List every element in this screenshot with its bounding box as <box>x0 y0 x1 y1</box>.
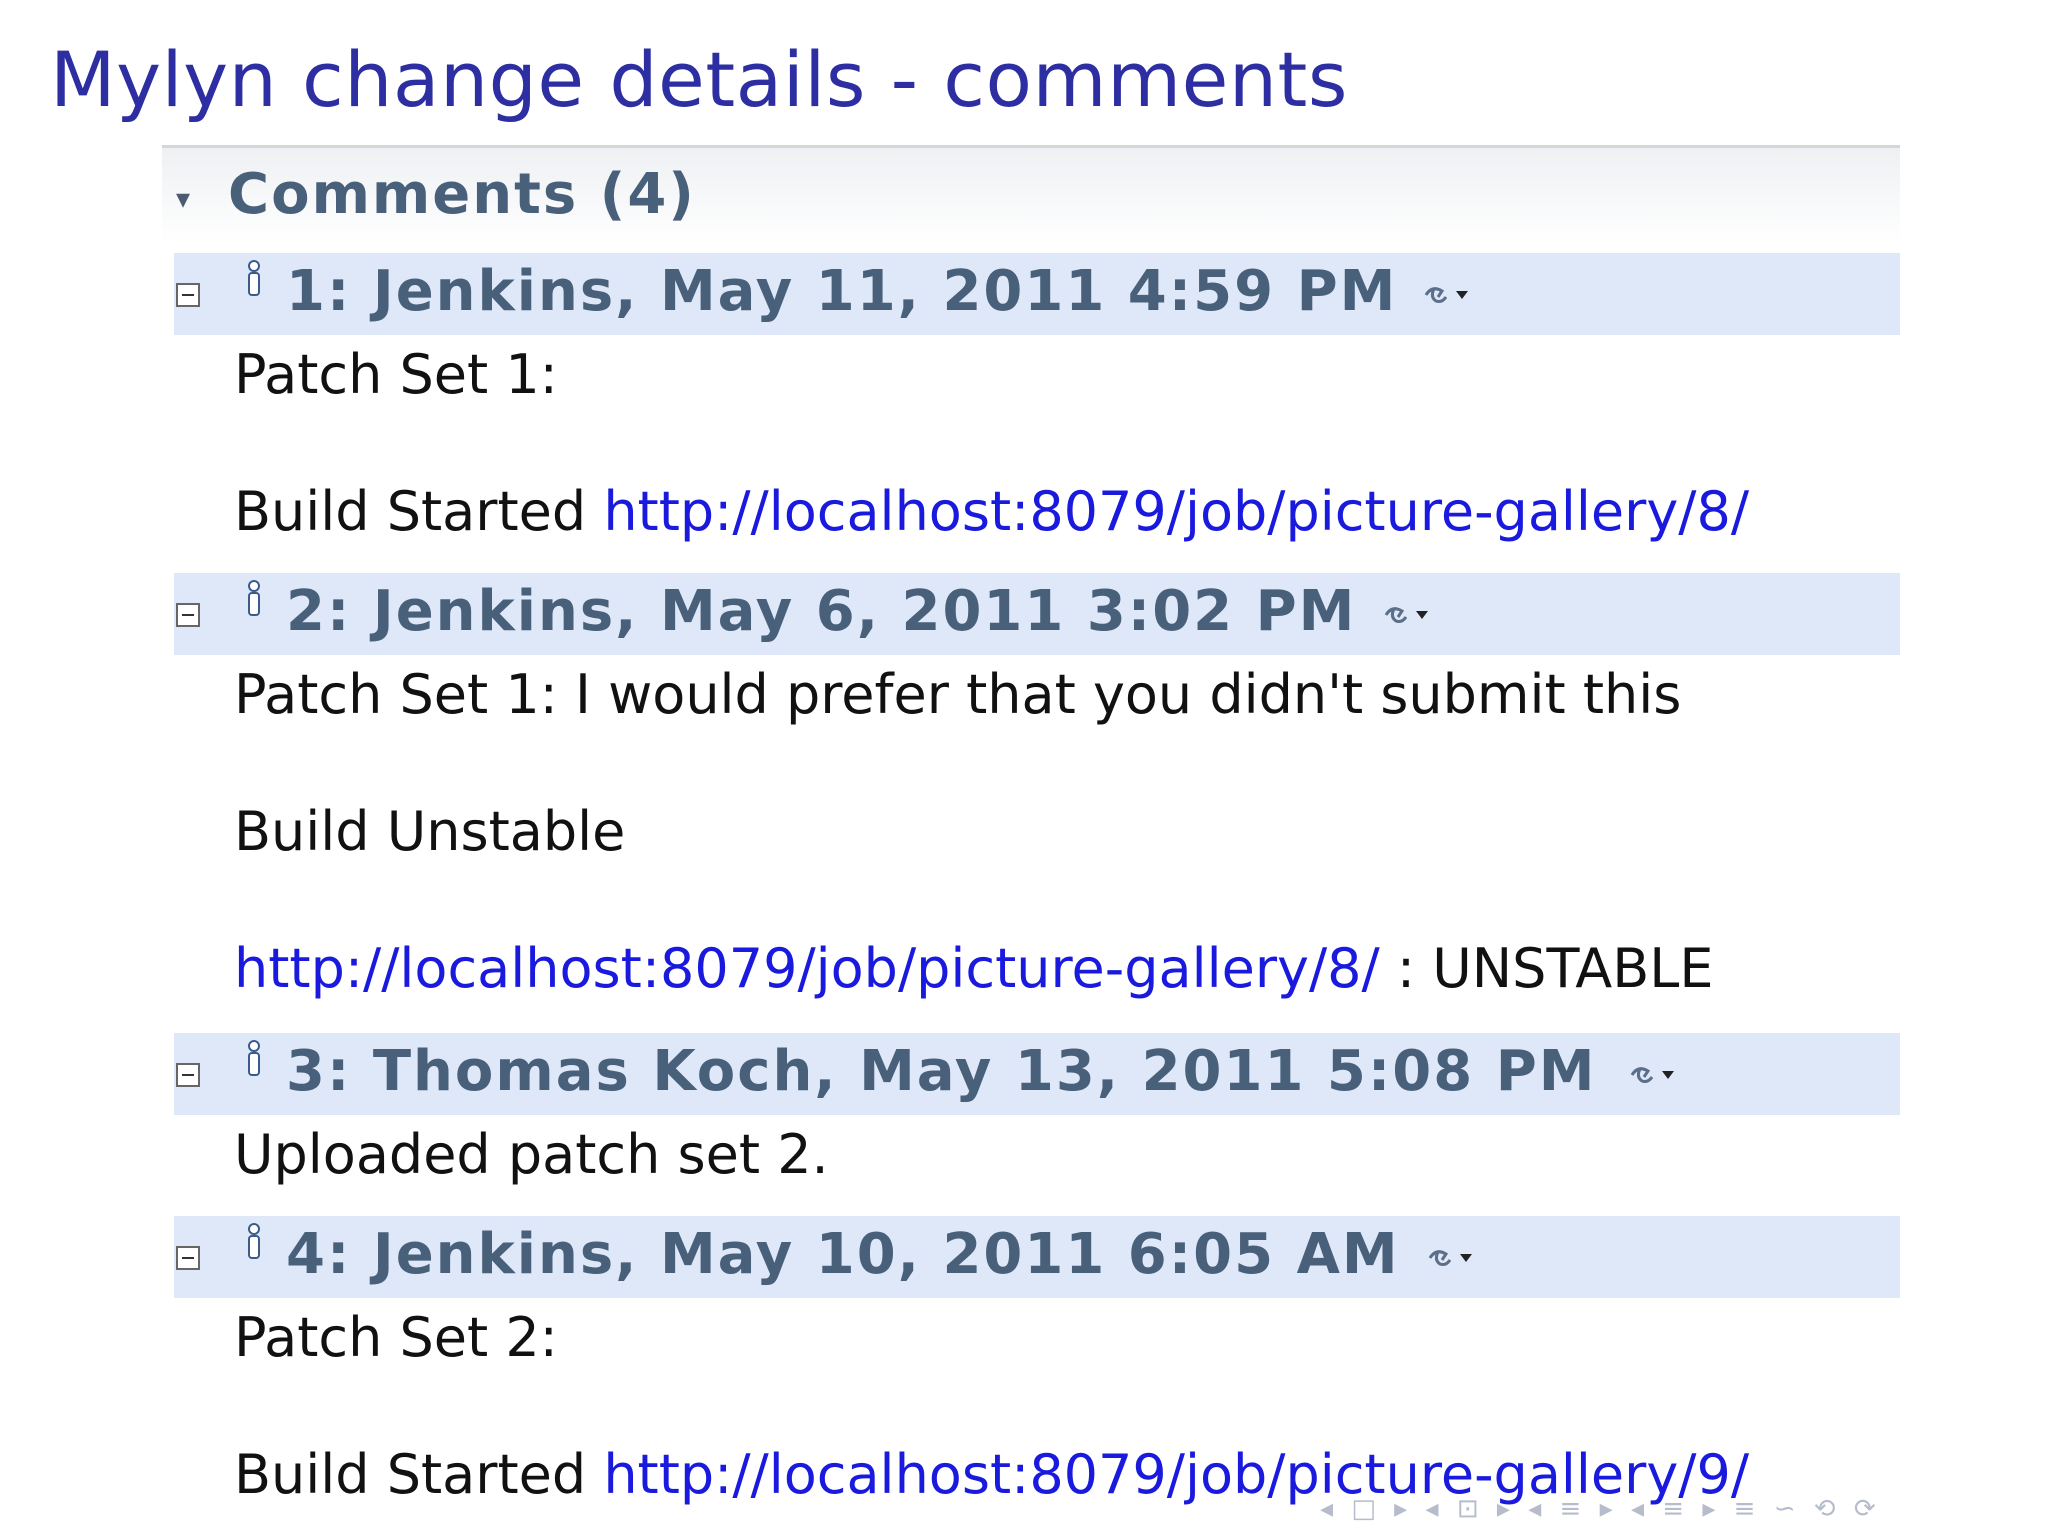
reply-menu-icon[interactable] <box>1420 281 1480 311</box>
nav-next-icon[interactable]: ▸ <box>1702 1494 1715 1524</box>
nav-search-icon[interactable]: ∽ <box>1774 1494 1796 1524</box>
collapse-icon[interactable] <box>176 1063 200 1087</box>
comment-header[interactable]: 2: Jenkins, May 6, 2011 3:02 PM <box>174 573 1900 655</box>
comments-section-header[interactable]: ▾ Comments (4) <box>162 145 1900 244</box>
comment-text: Patch Set 1: I would prefer that you did… <box>234 663 1682 726</box>
comment-item: 4: Jenkins, May 10, 2011 6:05 AM Patch S… <box>174 1216 1900 1509</box>
nav-next-icon[interactable]: ▸ <box>1497 1494 1510 1524</box>
person-icon <box>248 260 260 296</box>
comment-text: Uploaded patch set 2. <box>234 1123 829 1186</box>
comments-panel: ▾ Comments (4) 1: Jenkins, May 11, 2011 … <box>162 145 1900 1536</box>
nav-next-icon[interactable]: ▸ <box>1600 1494 1613 1524</box>
reply-menu-icon[interactable] <box>1626 1061 1686 1091</box>
person-icon <box>248 580 260 616</box>
person-icon <box>248 1223 260 1259</box>
nav-prev-icon[interactable]: ◂ <box>1528 1494 1541 1524</box>
nav-forward-icon[interactable]: ⟳ <box>1854 1494 1876 1524</box>
comment-item: 1: Jenkins, May 11, 2011 4:59 PM Patch S… <box>174 253 1900 546</box>
nav-subsection-icon[interactable]: ⊡ <box>1457 1494 1479 1524</box>
comment-text-prefix: Build Started <box>234 1443 604 1506</box>
comment-item: 3: Thomas Koch, May 13, 2011 5:08 PM Upl… <box>174 1033 1900 1189</box>
nav-back-icon[interactable]: ⟲ <box>1814 1494 1836 1524</box>
comment-title: 2: Jenkins, May 6, 2011 3:02 PM <box>286 579 1357 644</box>
slide-title: Mylyn change details - comments <box>50 35 1348 124</box>
slide-navigation-bar: ◂ □ ▸ ◂ ⊡ ▸ ◂ ≡ ▸ ◂ ≡ ▸ ≡ ∽ ⟲ ⟳ <box>1320 1494 2048 1530</box>
comment-text: Patch Set 2: <box>234 1306 558 1369</box>
reply-menu-icon[interactable] <box>1380 601 1440 631</box>
comment-item: 2: Jenkins, May 6, 2011 3:02 PM Patch Se… <box>174 573 1900 1003</box>
comment-text: Build Started http://localhost:8079/job/… <box>234 478 1900 546</box>
comment-text: Build Unstable <box>234 800 626 863</box>
comment-header[interactable]: 1: Jenkins, May 11, 2011 4:59 PM <box>174 253 1900 335</box>
build-link[interactable]: http://localhost:8079/job/picture-galler… <box>234 937 1380 1000</box>
comment-body: Uploaded patch set 2. <box>174 1115 1900 1189</box>
nav-section-icon[interactable]: ≡ <box>1560 1494 1582 1524</box>
comment-body: Patch Set 1: Build Started http://localh… <box>174 335 1900 546</box>
nav-frame-icon[interactable]: □ <box>1351 1494 1376 1524</box>
nav-prev-icon[interactable]: ◂ <box>1426 1494 1439 1524</box>
comment-text: Patch Set 1: <box>234 343 558 406</box>
nav-prev-icon[interactable]: ◂ <box>1631 1494 1644 1524</box>
build-link[interactable]: http://localhost:8079/job/picture-galler… <box>603 480 1749 543</box>
nav-toc-icon[interactable]: ≡ <box>1734 1494 1756 1524</box>
collapse-icon[interactable] <box>176 1246 200 1270</box>
comment-title: 4: Jenkins, May 10, 2011 6:05 AM <box>286 1222 1400 1287</box>
comment-header[interactable]: 4: Jenkins, May 10, 2011 6:05 AM <box>174 1216 1900 1298</box>
nav-document-icon[interactable]: ≡ <box>1662 1494 1684 1524</box>
comment-title: 1: Jenkins, May 11, 2011 4:59 PM <box>286 259 1398 324</box>
comment-body: Patch Set 2: Build Started http://localh… <box>174 1298 1900 1509</box>
nav-next-icon[interactable]: ▸ <box>1394 1494 1407 1524</box>
collapse-icon[interactable] <box>176 283 200 307</box>
comment-body: Patch Set 1: I would prefer that you did… <box>174 655 1900 1003</box>
comment-text-prefix: Build Started <box>234 480 604 543</box>
person-icon <box>248 1040 260 1076</box>
comment-text-suffix: : UNSTABLE <box>1379 937 1714 1000</box>
comment-header[interactable]: 3: Thomas Koch, May 13, 2011 5:08 PM <box>174 1033 1900 1115</box>
comments-section-title: Comments (4) <box>228 162 696 227</box>
nav-prev-icon[interactable]: ◂ <box>1320 1494 1333 1524</box>
comment-text: http://localhost:8079/job/picture-galler… <box>234 935 1900 1003</box>
reply-menu-icon[interactable] <box>1424 1244 1484 1274</box>
comment-title: 3: Thomas Koch, May 13, 2011 5:08 PM <box>286 1039 1597 1104</box>
section-expand-toggle[interactable]: ▾ <box>176 182 190 215</box>
collapse-icon[interactable] <box>176 603 200 627</box>
